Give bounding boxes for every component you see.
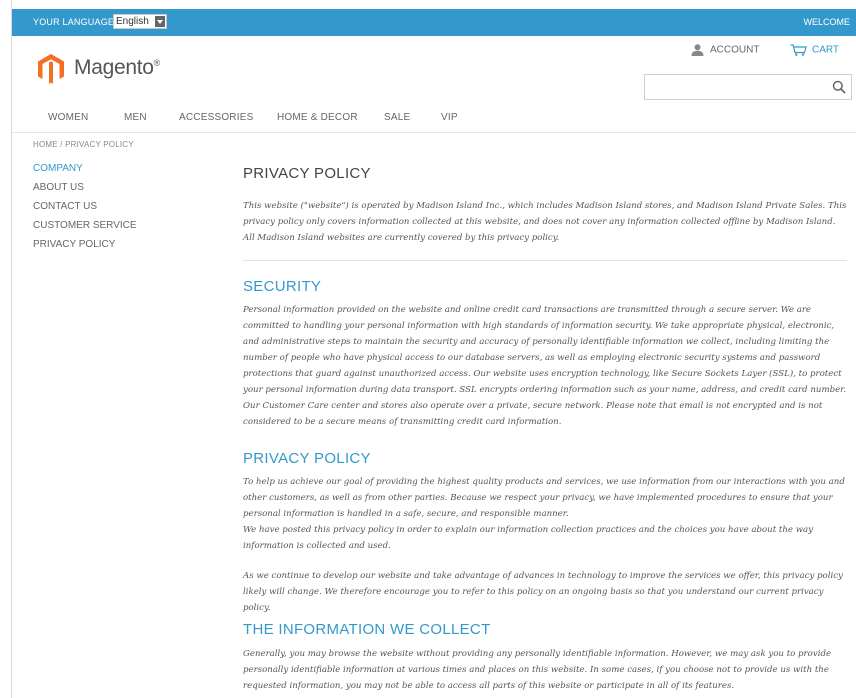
language-select-value: English xyxy=(116,16,149,27)
nav-item-men[interactable]: MEN xyxy=(124,112,147,123)
top-bar: YOUR LANGUAGE: English WELCOME xyxy=(12,9,856,36)
sidebar-item-contact-us[interactable]: CONTACT US xyxy=(33,200,137,219)
search-box[interactable] xyxy=(644,74,852,101)
section-heading-privacy-policy: PRIVACY POLICY xyxy=(243,450,371,467)
magento-logo-icon xyxy=(38,54,64,84)
sidebar-item-customer-service[interactable]: CUSTOMER SERVICE xyxy=(33,219,137,238)
welcome-link[interactable]: WELCOME xyxy=(803,17,850,27)
collect-paragraph: Generally, you may browse the website wi… xyxy=(243,649,832,691)
language-select[interactable]: English xyxy=(113,14,167,29)
privacy-paragraph-2: We have posted this privacy policy in or… xyxy=(243,525,814,551)
nav-item-home-decor[interactable]: HOME & DECOR xyxy=(277,112,358,123)
language-label: YOUR LANGUAGE: xyxy=(33,17,117,27)
brand-name: Magento® xyxy=(74,56,160,80)
content-divider xyxy=(243,260,847,261)
cart-label: CART xyxy=(812,44,840,56)
page-title: PRIVACY POLICY xyxy=(243,165,371,182)
cart-icon xyxy=(790,44,807,56)
search-icon[interactable] xyxy=(832,80,846,94)
user-icon xyxy=(691,44,704,56)
brand-registered-mark: ® xyxy=(153,58,161,68)
intro-paragraph: This website ("website") is operated by … xyxy=(243,201,847,243)
nav-item-vip[interactable]: VIP xyxy=(441,112,458,123)
brand-name-text: Magento xyxy=(74,56,154,79)
cart-link[interactable]: CART xyxy=(790,44,839,56)
nav-item-women[interactable]: WOMEN xyxy=(48,112,88,123)
privacy-paragraph-1: To help us achieve our goal of providing… xyxy=(243,477,845,519)
account-label: ACCOUNT xyxy=(710,44,760,56)
security-paragraph: Personal information provided on the web… xyxy=(243,305,847,427)
chevron-down-icon[interactable] xyxy=(155,16,165,27)
sidebar-heading-company[interactable]: COMPANY xyxy=(33,162,137,181)
nav-divider xyxy=(12,132,856,133)
section-heading-information-we-collect: THE INFORMATION WE COLLECT xyxy=(243,621,491,638)
account-link[interactable]: ACCOUNT xyxy=(691,44,759,56)
sidebar: COMPANY ABOUT US CONTACT US CUSTOMER SER… xyxy=(33,162,137,257)
section-heading-security: SECURITY xyxy=(243,278,322,295)
breadcrumb[interactable]: HOME / PRIVACY POLICY xyxy=(33,140,134,149)
privacy-paragraph-3: As we continue to develop our website an… xyxy=(243,571,843,613)
search-input[interactable] xyxy=(645,75,833,101)
sidebar-item-privacy-policy[interactable]: PRIVACY POLICY xyxy=(33,238,137,257)
sidebar-item-about-us[interactable]: ABOUT US xyxy=(33,181,137,200)
nav-item-sale[interactable]: SALE xyxy=(384,112,410,123)
nav-item-accessories[interactable]: ACCESSORIES xyxy=(179,112,253,123)
page-frame: YOUR LANGUAGE: English WELCOME Magento® … xyxy=(11,0,856,698)
